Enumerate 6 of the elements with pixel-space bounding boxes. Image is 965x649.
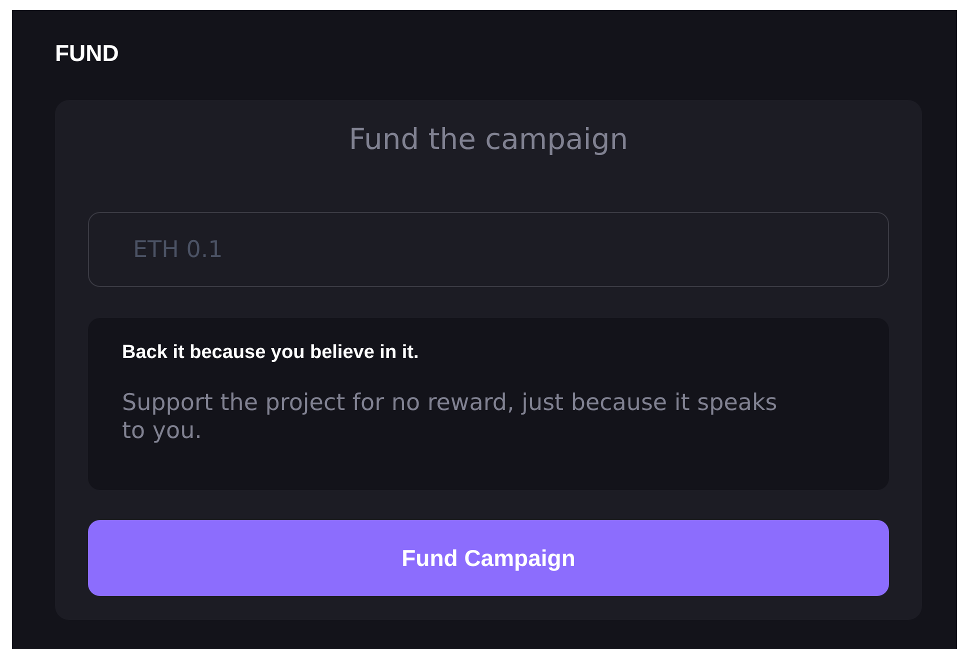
fund-campaign-button[interactable]: Fund Campaign — [88, 520, 889, 596]
section-title: FUND — [55, 40, 120, 68]
info-title: Back it because you believe in it. — [122, 342, 420, 364]
amount-field[interactable]: ETH 0.1 — [88, 212, 889, 287]
info-text: Support the project for no reward, just because it speaks to you. — [122, 390, 778, 446]
card-heading: Fund the campaign — [348, 122, 630, 158]
